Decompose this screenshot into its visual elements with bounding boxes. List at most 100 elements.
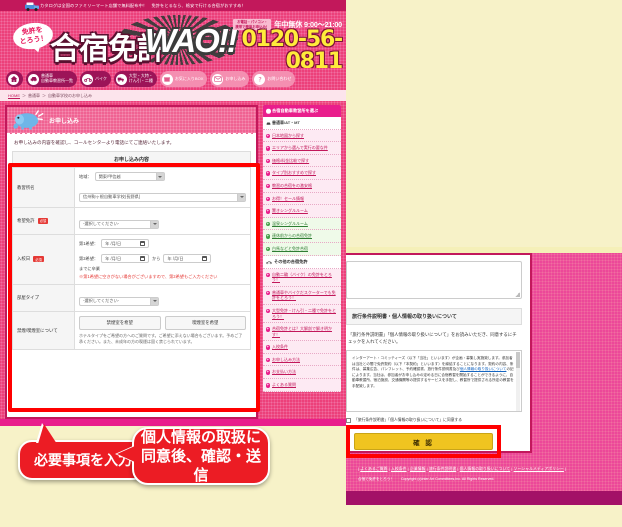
sidebar-item-map-search[interactable]: 日本地図から探す [263,129,341,143]
nav-item-contact[interactable]: ? お問い合わせ [252,71,296,87]
agree-checkbox-row[interactable]: 「旅行条件説明書」「個人情報の取り扱いについて」に同意する [346,418,522,423]
page-title: お申し込み [49,118,80,125]
svg-text:?: ? [258,76,261,83]
nav-item-bike[interactable]: バイク [80,71,111,87]
form-label-license-text: 希望免許 [17,218,35,224]
date-input-pref2-start[interactable]: 年 /月/日 [101,254,150,263]
sidebar-item-label: 日本地図から探す [272,132,304,138]
footer-link-faq[interactable]: よくあるご質問 [360,467,387,471]
nav-item-large-vehicle[interactable]: 大型・大特・ けん引・二種 [113,71,157,87]
plus-icon [265,209,270,214]
room-type-select[interactable]: -選択してください- [79,296,159,306]
license-select[interactable]: -選択してください- [79,219,159,229]
footer-sep: | [563,467,567,471]
confirm-step-screenshot: 旅行条件説明書・個人情報の取り扱いについて 「旅行条件説明書」「個人情報の取り扱… [346,0,622,527]
plus-icon [265,133,270,139]
smoking-help-text: ホテルタイプをご希望の方へのご質問です。ご希望に添えない場合もございます。予めご… [79,333,243,344]
nav-item-regular-car[interactable]: 普通車 自動車教習所一覧 [26,71,77,87]
breadcrumb-home[interactable]: HOME [8,93,20,98]
sidebar-item-faq[interactable]: よくある質問 [263,379,341,392]
terms-inline-link[interactable]: 個人情報の取り扱いについて [460,367,507,371]
sidebar-item-about-camp[interactable]: 合宿免許とは？大解剖で解き明かす！ [263,323,341,342]
form-label-school: 教習所名 [12,168,75,208]
smoking-button[interactable]: 喫煙室を希望 [164,316,246,330]
callout-right-line1: 個人情報の取扱に [140,428,261,446]
nav-item-home[interactable] [6,71,23,87]
phone-tag-line1: お電話・パソコン・ [237,20,268,24]
footer-link-travel-terms[interactable]: 旅行条件説明書 [429,467,456,471]
footer-links: | よくあるご質問 | 入校条件 | 企業情報 | 旅行条件説明書 | 個人情報… [346,459,622,472]
footer-link-company[interactable]: 企業情報 [410,467,426,471]
sidebar-item-how-to-apply[interactable]: お申し込み方法 [263,353,341,367]
footer-link-privacy[interactable]: 個人情報の取り扱いについて [460,467,511,471]
nav-item-label: 大型・大特・ けん引・二種 [128,73,153,83]
plus-icon [265,183,270,189]
form-field-license: -選択してください- [74,207,251,235]
sidebar-item-recommended[interactable]: 教習の合宿をの激安格 [263,179,341,193]
sidebar-item-onsen-single[interactable]: 温泉シングルルーム [263,217,341,231]
terms-scrollbar[interactable] [516,352,520,411]
form-row-school: 教習所名 地域： 関東/甲信越 信州駒ヶ根自動車学校(長野県) [12,168,251,208]
sidebar-item-motorcycle[interactable]: 自動二輪（バイク）の免許をとろう！ [263,268,341,287]
mail-icon [212,73,224,85]
sidebar-item-scooter[interactable]: 普通車やバイクだスクーターでも免許をとろう！ [263,286,341,305]
sidebar-item-label: 入校条件 [272,344,288,350]
school-select[interactable]: 信州駒ヶ根自動車学校(長野県) [79,192,246,202]
sidebar-item-price-search[interactable]: 価格/料金比較で探す [263,154,341,168]
sidebar-item-regular-car[interactable]: 普通車/AT・MT [263,117,341,130]
truck-icon [115,73,127,85]
sidebar-item-large-license[interactable]: 大型免許・けん引・二種で免許をとろう！ [263,304,341,324]
terms-section-heading: 旅行条件説明書・個人情報の取り扱いについて [346,308,522,325]
nav-item-favorites-box[interactable]: お気に入りBOX [159,71,208,87]
plus-icon [265,345,270,350]
date-input-pref2-end[interactable]: 年 /月/日 [163,254,212,263]
sidebar-item-label: 大型免許・けん引・二種で免許をとろう！ [272,307,336,319]
plus-icon [265,196,270,202]
calendar-icon[interactable] [140,256,146,261]
car-icon [28,73,39,85]
footer-link-entry-conditions[interactable]: 入校条件 [391,467,407,471]
breadcrumb-item-1[interactable]: 普通車 [28,93,40,99]
sidebar-item-payment[interactable]: お支払い方法 [263,366,341,380]
form-label-entry-date-text: 入校日 [17,256,31,262]
calendar-icon[interactable] [140,241,146,246]
bike-icon [82,73,93,85]
phone-number[interactable]: 0120-56-0811 [192,29,343,68]
non-smoking-button[interactable]: 禁煙室を希望 [79,316,161,330]
plus-icon [265,234,270,239]
terms-scroll-box[interactable]: インターアート・コミッティーズ（以下「当社」といいます）が企画・募集し実施致しま… [346,350,522,412]
sidebar-item-label: 白馬などと免許合宿 [272,245,308,251]
breadcrumb-sep: ＞ [22,92,26,98]
sidebar-item-holiday-camp[interactable]: 連休前からの合宿免許 [263,230,341,243]
date-range-separator: から [152,255,161,261]
box-icon [161,73,173,85]
agree-checkbox[interactable] [346,418,351,423]
plus-icon [265,357,270,363]
chevron-down-icon [150,220,158,228]
car-icon [266,121,271,126]
plus-icon [265,246,270,252]
sidebar-header: 合宿自動車教習所を選ぶ [263,105,341,117]
remarks-textarea[interactable] [346,261,522,299]
sidebar-item-hakuba-camp[interactable]: 白馬などと免許合宿 [263,242,341,256]
sidebar-item-sale-info[interactable]: お得！セール情報 [263,192,341,206]
region-select[interactable]: 関東/甲信越 [94,172,165,181]
sidebar-item-type-search[interactable]: タイプ別おすすめで探す [263,167,341,180]
date-input-pref2-end-value: 年 /月/日 [167,255,184,261]
confirm-button[interactable]: 確 認 [354,433,493,450]
footer-copyright: 合宿で免許をとろう！ Copyright (c)Inter Art Commit… [346,472,622,482]
nav-item-apply[interactable]: お申し込み [210,71,250,87]
site-footer: | よくあるご質問 | 入校条件 | 企業情報 | 旅行条件説明書 | 個人情報… [346,459,622,505]
application-form-panel: お申し込み お申し込みの内容を確認し、コールセンターより電話にてご連絡いたします… [5,105,258,419]
date-input-pref2-start-value: 年 /月/日 [105,255,122,261]
logo-speech-bubble: 免許を とろう！ [11,20,55,52]
sidebar-item-label: 教習の合宿をの激安格 [272,182,312,188]
footer-link-social-policy[interactable]: ソーシャルメディアポリシー [514,467,564,471]
sidebar-item-single-room[interactable]: 驚きシングルルーム [263,205,341,218]
sidebar-item-label: 普通車やバイクだスクーターでも免許をとろう！ [272,289,336,301]
calendar-icon[interactable] [202,256,208,261]
sidebar-item-area-search[interactable]: エリアから選んで実行の要な件 [263,142,341,155]
sidebar-item-entry-conditions[interactable]: 入校条件 [263,341,341,354]
form-label-entry-date: 入校日 必須 [12,234,75,285]
date-input-pref1[interactable]: 年 /月/日 [101,239,150,248]
